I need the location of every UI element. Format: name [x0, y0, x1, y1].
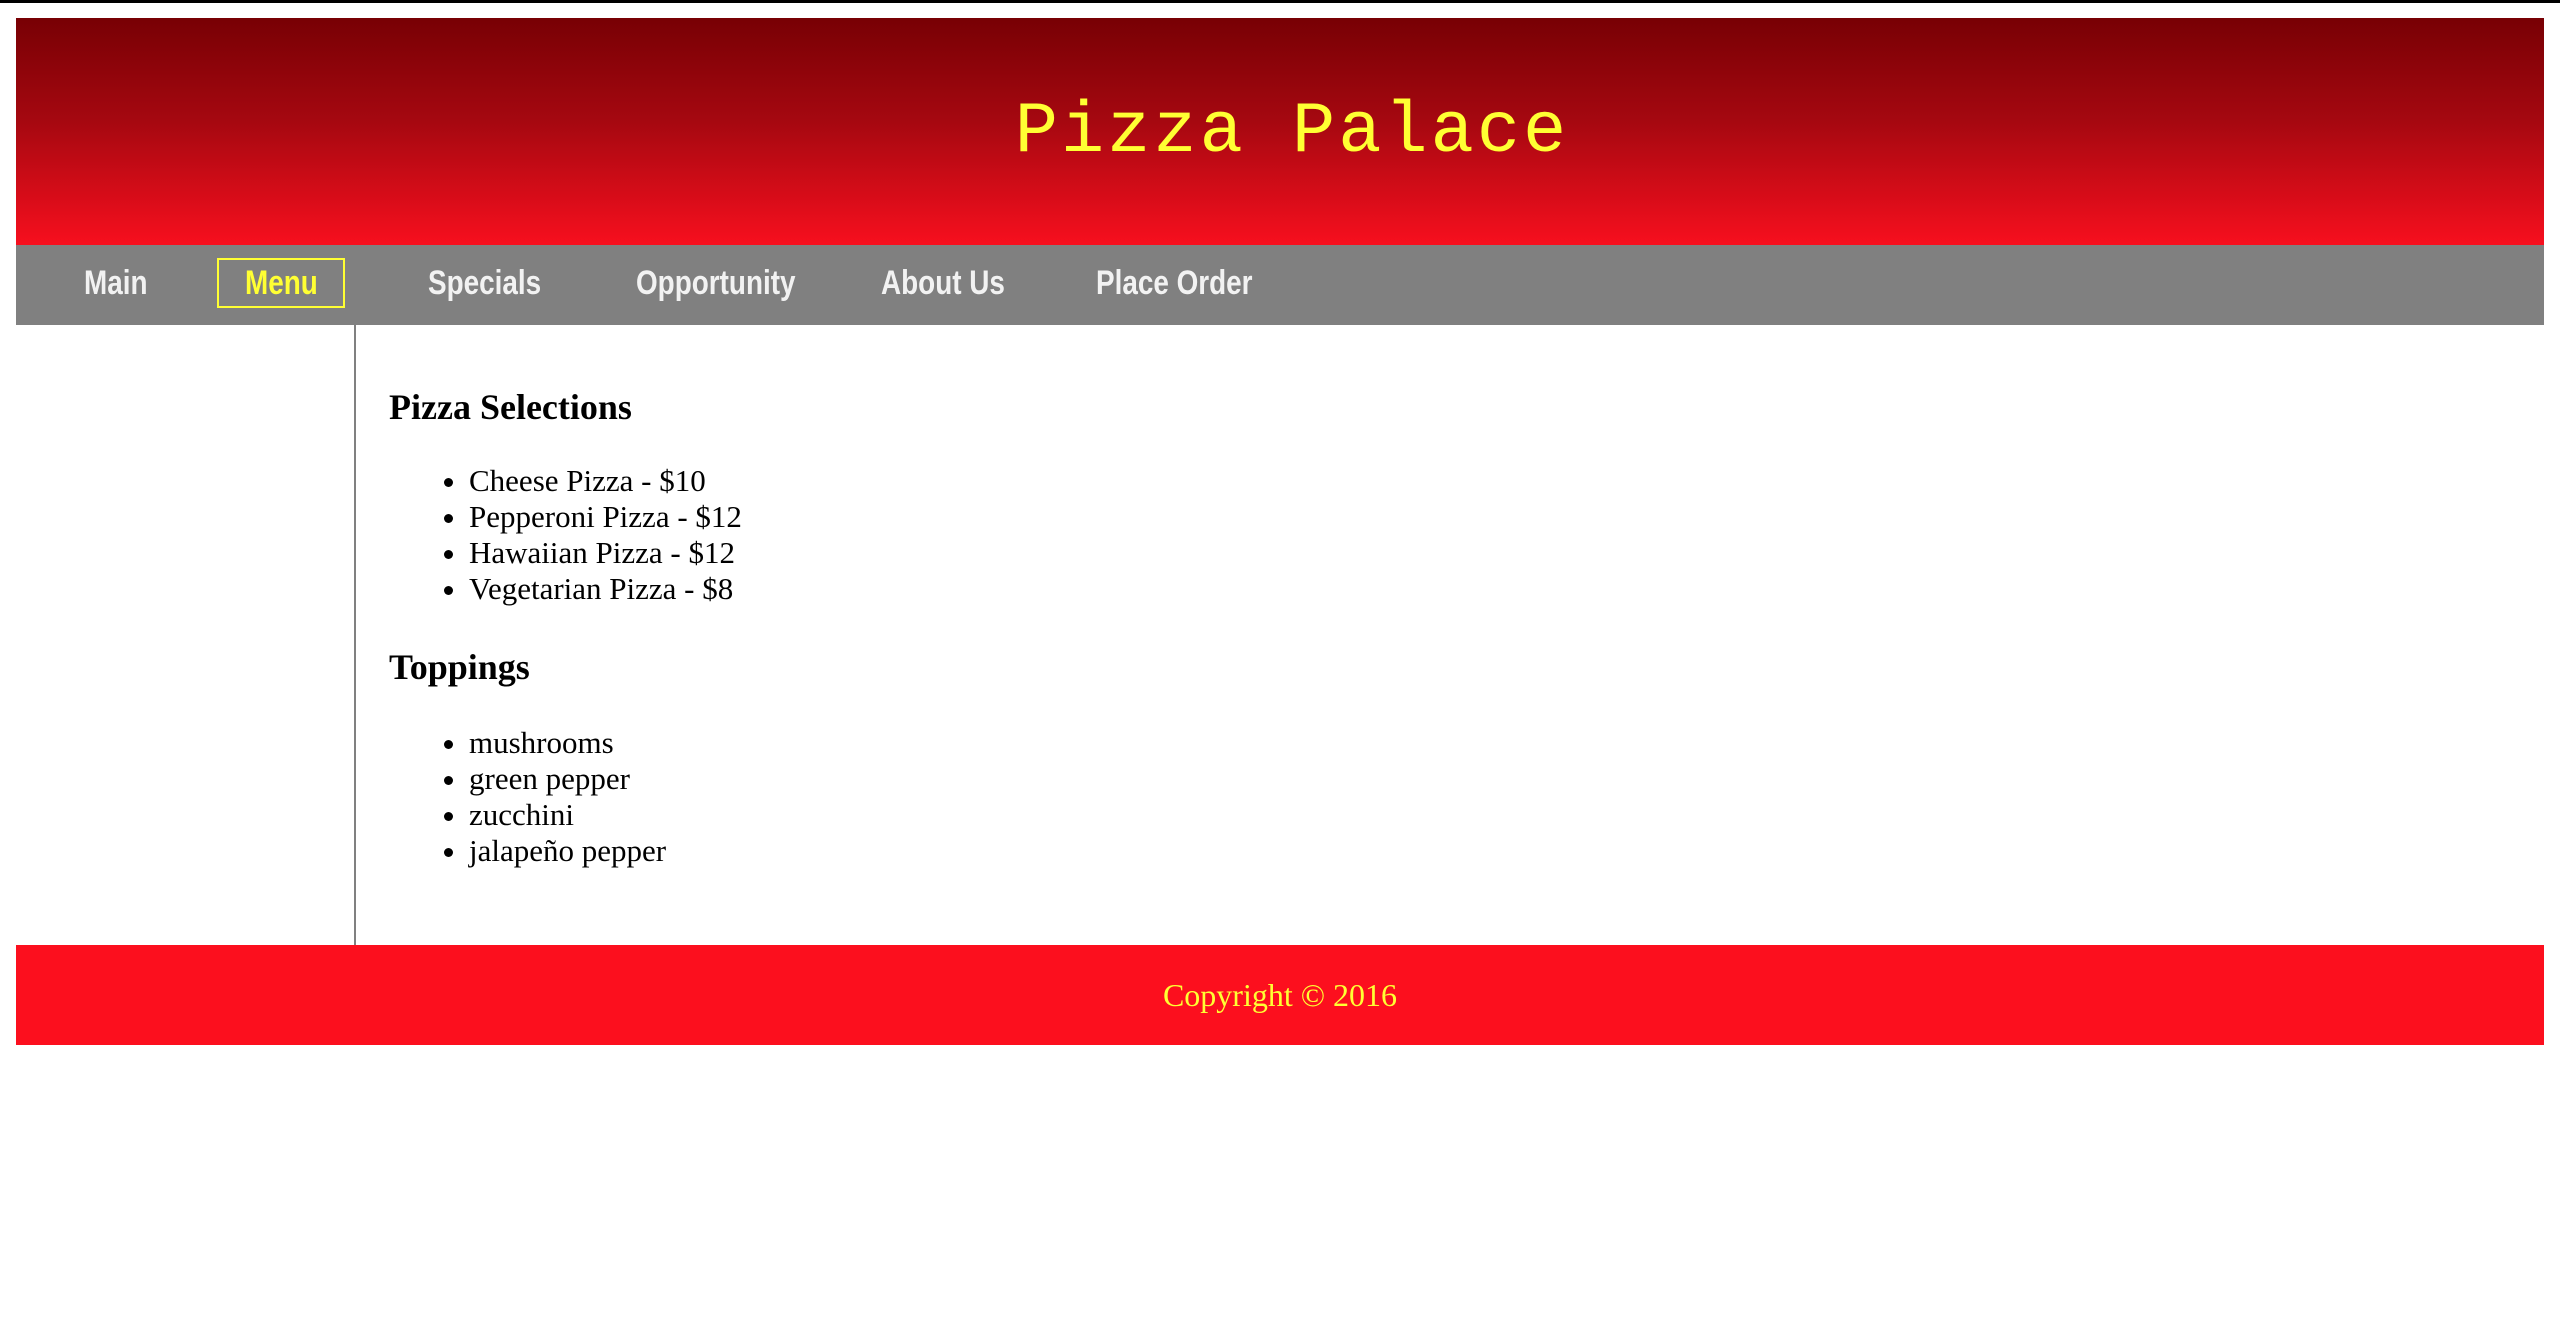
- page: Pizza Palace Main Menu Specials Opportun…: [16, 18, 2544, 1045]
- nav-link-place-order[interactable]: Place Order: [1096, 258, 1253, 308]
- pizza-item-cheese: Cheese Pizza - $10: [469, 463, 742, 499]
- nav-link-menu[interactable]: Menu: [217, 258, 345, 308]
- footer: Copyright © 2016: [16, 945, 2544, 1045]
- nav-link-about-us[interactable]: About Us: [881, 258, 1005, 308]
- toppings-heading: Toppings: [389, 647, 530, 687]
- header-banner: Pizza Palace: [16, 18, 2544, 245]
- pizza-item-vegetarian: Vegetarian Pizza - $8: [469, 571, 742, 607]
- nav-link-opportunity[interactable]: Opportunity: [636, 258, 796, 308]
- site-title: Pizza Palace: [1014, 90, 1570, 173]
- pizza-item-hawaiian: Hawaiian Pizza - $12: [469, 535, 742, 571]
- toppings-list: mushrooms green pepper zucchini jalapeño…: [389, 725, 742, 869]
- top-rule: [0, 0, 2560, 3]
- main-content: Pizza Selections Cheese Pizza - $10 Pepp…: [356, 325, 742, 945]
- nav-link-main[interactable]: Main: [84, 258, 148, 308]
- pizza-selections-heading: Pizza Selections: [389, 387, 632, 427]
- content-area: Pizza Selections Cheese Pizza - $10 Pepp…: [16, 325, 2544, 945]
- topping-item-mushrooms: mushrooms: [469, 725, 742, 761]
- topping-item-jalapeno-pepper: jalapeño pepper: [469, 833, 742, 869]
- pizza-list: Cheese Pizza - $10 Pepperoni Pizza - $12…: [389, 463, 742, 607]
- left-sidebar: [16, 325, 356, 945]
- nav-link-specials[interactable]: Specials: [428, 258, 541, 308]
- nav-link-menu-label: Menu: [244, 264, 318, 302]
- topping-item-green-pepper: green pepper: [469, 761, 742, 797]
- copyright-text: Copyright © 2016: [1162, 976, 1398, 1013]
- pizza-item-pepperoni: Pepperoni Pizza - $12: [469, 499, 742, 535]
- topping-item-zucchini: zucchini: [469, 797, 742, 833]
- main-navigation: Main Menu Specials Opportunity About Us …: [16, 245, 2544, 325]
